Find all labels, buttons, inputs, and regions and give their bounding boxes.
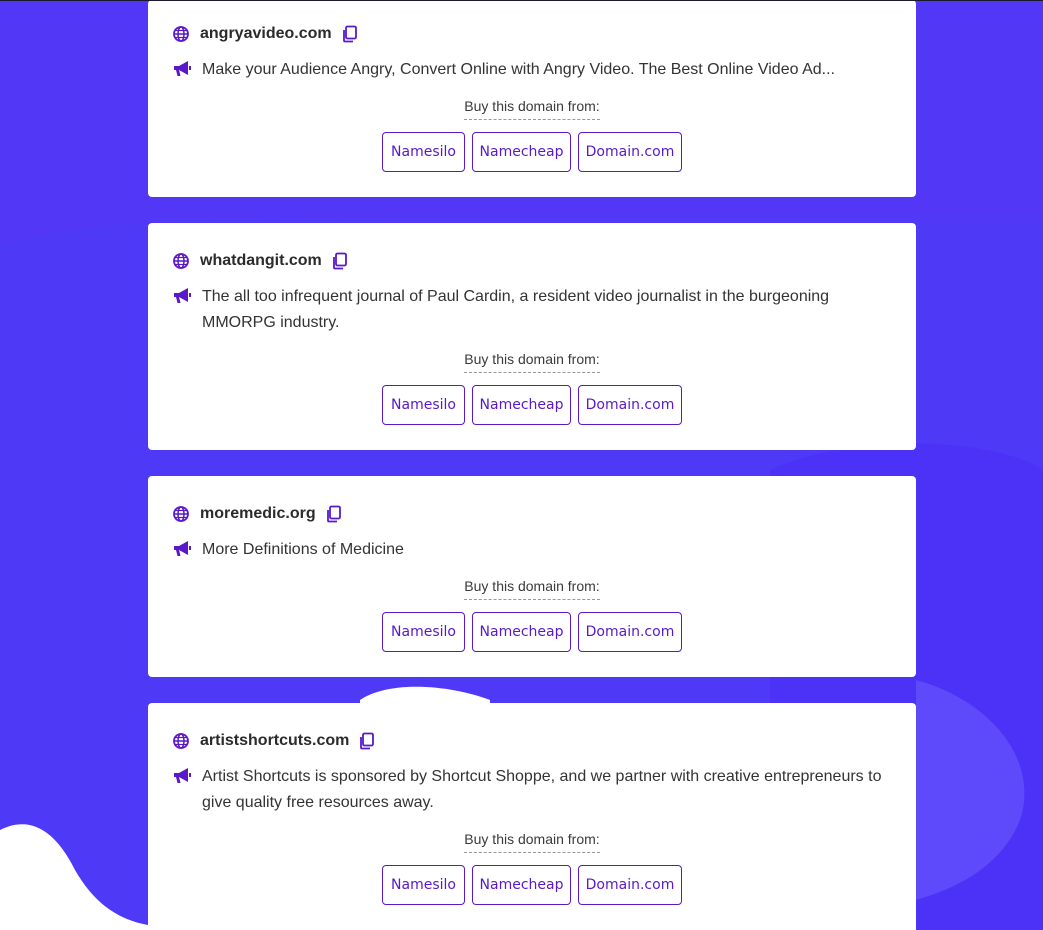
domain-card: artistshortcuts.com Artist Shortcuts is … xyxy=(148,703,916,930)
copy-icon[interactable] xyxy=(325,505,343,523)
copy-icon[interactable] xyxy=(341,25,359,43)
buy-label: Buy this domain from: xyxy=(148,578,916,600)
domain-row: artistshortcuts.com xyxy=(172,732,376,750)
domain-description: More Definitions of Medicine xyxy=(202,541,404,558)
megaphone-icon xyxy=(174,288,191,303)
namecheap-button[interactable]: Namecheap xyxy=(472,385,571,425)
domain-com-button[interactable]: Domain.com xyxy=(578,385,682,425)
buy-label-text: Buy this domain from: xyxy=(464,98,600,120)
top-border xyxy=(0,0,1043,1)
domain-description: Artist Shortcuts is sponsored by Shortcu… xyxy=(202,768,882,811)
namesilo-button[interactable]: Namesilo xyxy=(382,612,465,652)
domain-row: whatdangit.com xyxy=(172,252,349,270)
namecheap-button[interactable]: Namecheap xyxy=(472,132,571,172)
megaphone-icon xyxy=(174,541,191,556)
registrar-buttons: Namesilo Namecheap Domain.com xyxy=(148,865,916,905)
registrar-buttons: Namesilo Namecheap Domain.com xyxy=(148,132,916,172)
domain-row: angryavideo.com xyxy=(172,25,359,43)
namecheap-button[interactable]: Namecheap xyxy=(472,865,571,905)
domain-card: whatdangit.com The all too infrequent jo… xyxy=(148,223,916,450)
description-row: Artist Shortcuts is sponsored by Shortcu… xyxy=(172,764,886,816)
namesilo-button[interactable]: Namesilo xyxy=(382,865,465,905)
buy-label-text: Buy this domain from: xyxy=(464,578,600,600)
buy-label: Buy this domain from: xyxy=(148,98,916,120)
domain-name[interactable]: whatdangit.com xyxy=(200,252,322,270)
megaphone-icon xyxy=(174,61,191,76)
domain-name[interactable]: artistshortcuts.com xyxy=(200,732,349,750)
buy-label-text: Buy this domain from: xyxy=(464,831,600,853)
globe-icon xyxy=(173,733,189,749)
globe-icon xyxy=(173,26,189,42)
domain-name[interactable]: angryavideo.com xyxy=(200,25,332,43)
registrar-buttons: Namesilo Namecheap Domain.com xyxy=(148,612,916,652)
domain-description: The all too infrequent journal of Paul C… xyxy=(202,288,830,331)
buy-label: Buy this domain from: xyxy=(148,831,916,853)
namecheap-button[interactable]: Namecheap xyxy=(472,612,571,652)
domain-name[interactable]: moremedic.org xyxy=(200,505,316,523)
domain-com-button[interactable]: Domain.com xyxy=(578,865,682,905)
buy-label-text: Buy this domain from: xyxy=(464,351,600,373)
copy-icon[interactable] xyxy=(358,732,376,750)
description-row: Make your Audience Angry, Convert Online… xyxy=(172,57,886,83)
namesilo-button[interactable]: Namesilo xyxy=(382,385,465,425)
domain-card: moremedic.org More Definitions of Medici… xyxy=(148,476,916,677)
megaphone-icon xyxy=(174,768,191,783)
domain-description: Make your Audience Angry, Convert Online… xyxy=(202,61,835,78)
domain-com-button[interactable]: Domain.com xyxy=(578,132,682,172)
domain-card: angryavideo.com Make your Audience Angry… xyxy=(148,0,916,197)
namesilo-button[interactable]: Namesilo xyxy=(382,132,465,172)
registrar-buttons: Namesilo Namecheap Domain.com xyxy=(148,385,916,425)
buy-label: Buy this domain from: xyxy=(148,351,916,373)
description-row: The all too infrequent journal of Paul C… xyxy=(172,284,886,336)
domain-com-button[interactable]: Domain.com xyxy=(578,612,682,652)
domain-row: moremedic.org xyxy=(172,505,343,523)
copy-icon[interactable] xyxy=(331,252,349,270)
description-row: More Definitions of Medicine xyxy=(172,537,886,563)
globe-icon xyxy=(173,506,189,522)
globe-icon xyxy=(173,253,189,269)
